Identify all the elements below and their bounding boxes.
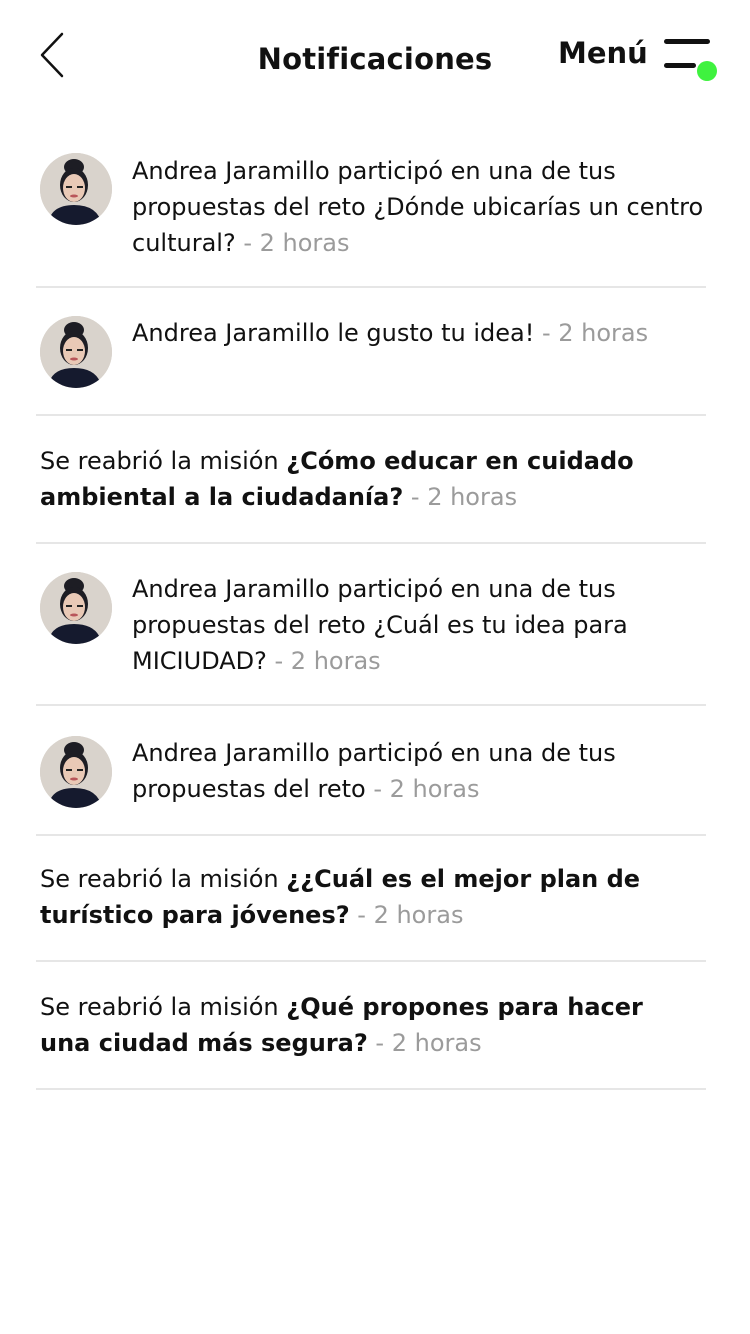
- notification-item[interactable]: Andrea Jaramillo participó en una de tus…: [36, 706, 706, 836]
- notification-item[interactable]: Andrea Jaramillo participó en una de tus…: [36, 130, 706, 288]
- notification-time: - 2 horas: [365, 775, 480, 803]
- notification-text: Se reabrió la misión ¿Qué propones para …: [40, 989, 690, 1061]
- notification-time: - 2 horas: [534, 319, 649, 347]
- notification-item[interactable]: Se reabrió la misión ¿¿Cuál es el mejor …: [36, 836, 706, 962]
- notification-text: Andrea Jaramillo participó en una de tus…: [132, 153, 712, 261]
- notification-text: Andrea Jaramillo participó en una de tus…: [132, 735, 712, 807]
- menu-button[interactable]: [660, 36, 720, 84]
- menu-icon-line-top: [664, 39, 710, 44]
- menu-icon-line-bottom: [664, 63, 696, 68]
- notification-time: - 2 horas: [349, 901, 464, 929]
- notification-text: Andrea Jaramillo participó en una de tus…: [132, 571, 712, 679]
- notification-time: - 2 horas: [367, 1029, 482, 1057]
- notification-dot-icon: [697, 61, 717, 81]
- notifications-list: Andrea Jaramillo participó en una de tus…: [36, 130, 706, 1090]
- notification-prefix: Se reabrió la misión: [40, 865, 287, 893]
- app-header: Notificaciones Menú: [0, 0, 750, 110]
- notification-item[interactable]: Se reabrió la misión ¿Cómo educar en cui…: [36, 416, 706, 544]
- notification-text: Se reabrió la misión ¿¿Cuál es el mejor …: [40, 861, 690, 933]
- avatar: [40, 153, 112, 225]
- notification-message: Andrea Jaramillo participó en una de tus…: [132, 157, 704, 257]
- notification-text: Se reabrió la misión ¿Cómo educar en cui…: [40, 443, 690, 515]
- menu-label[interactable]: Menú: [558, 36, 648, 70]
- notification-message: Andrea Jaramillo le gusto tu idea!: [132, 319, 535, 347]
- notification-prefix: Se reabrió la misión: [40, 447, 287, 475]
- notification-time: - 2 horas: [266, 647, 381, 675]
- avatar: [40, 572, 112, 644]
- notification-prefix: Se reabrió la misión: [40, 993, 287, 1021]
- avatar: [40, 316, 112, 388]
- notification-item[interactable]: Andrea Jaramillo le gusto tu idea! - 2 h…: [36, 288, 706, 416]
- notification-item[interactable]: Se reabrió la misión ¿Qué propones para …: [36, 962, 706, 1090]
- notification-text: Andrea Jaramillo le gusto tu idea! - 2 h…: [132, 315, 712, 351]
- avatar: [40, 736, 112, 808]
- notification-time: - 2 horas: [235, 229, 350, 257]
- notification-time: - 2 horas: [403, 483, 518, 511]
- notification-item[interactable]: Andrea Jaramillo participó en una de tus…: [36, 544, 706, 706]
